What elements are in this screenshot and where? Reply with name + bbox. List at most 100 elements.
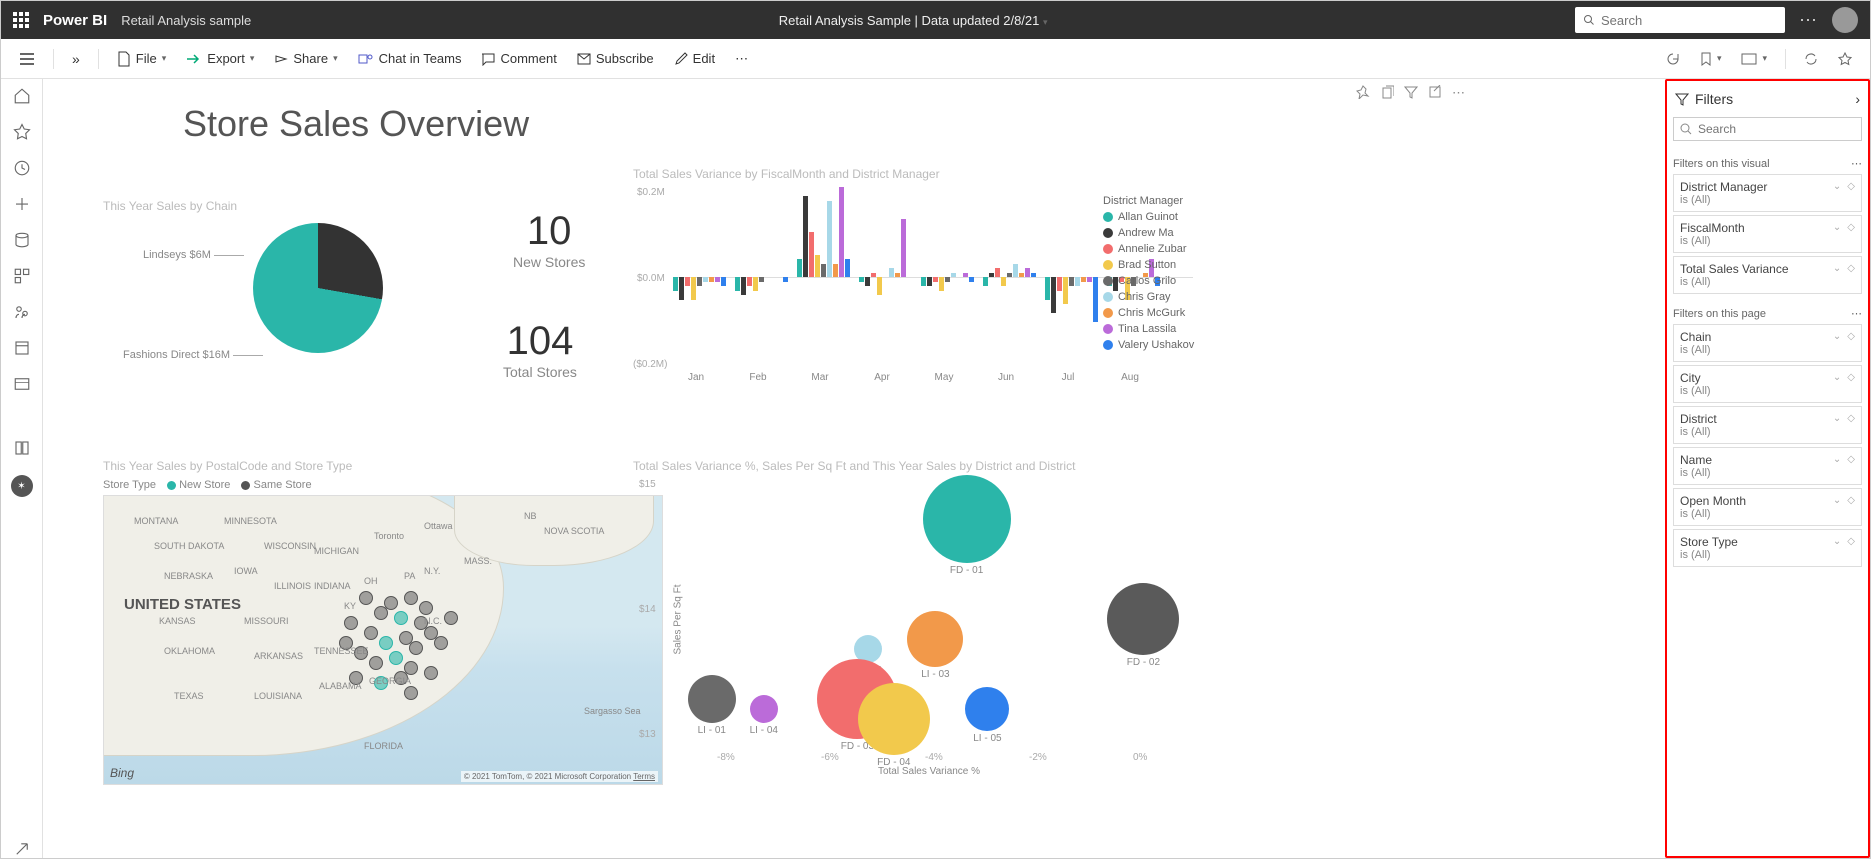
pin-icon[interactable] bbox=[1356, 85, 1370, 99]
legend-item[interactable]: Allan Guinot bbox=[1103, 211, 1198, 223]
apps-icon[interactable] bbox=[13, 267, 31, 285]
current-workspace-icon[interactable]: ✶ bbox=[11, 475, 33, 497]
map-marker[interactable] bbox=[409, 641, 423, 655]
share-menu[interactable]: Share▾ bbox=[266, 47, 345, 70]
filter-card[interactable]: Store Typeis (All)⌄◇ bbox=[1673, 529, 1862, 567]
legend-item[interactable]: Valery Ushakov bbox=[1103, 339, 1198, 351]
map-marker[interactable] bbox=[404, 591, 418, 605]
filter-card[interactable]: Districtis (All)⌄◇ bbox=[1673, 406, 1862, 444]
map-marker[interactable] bbox=[369, 656, 383, 670]
filter-search[interactable] bbox=[1673, 117, 1862, 141]
datasets-icon[interactable] bbox=[13, 231, 31, 249]
filter-icon[interactable] bbox=[1404, 85, 1418, 99]
map-marker[interactable] bbox=[444, 611, 458, 625]
visual-more-icon[interactable]: ⋯ bbox=[1452, 85, 1465, 101]
bubble[interactable] bbox=[965, 687, 1009, 731]
export-menu[interactable]: Export▾ bbox=[178, 47, 262, 70]
nav-toggle[interactable] bbox=[11, 48, 43, 70]
legend-item[interactable]: Andrew Ma bbox=[1103, 227, 1198, 239]
learn-icon[interactable] bbox=[13, 339, 31, 357]
filter-card[interactable]: FiscalMonthis (All)⌄◇ bbox=[1673, 215, 1862, 253]
file-menu[interactable]: File▾ bbox=[109, 47, 174, 71]
map-marker[interactable] bbox=[424, 666, 438, 680]
more-icon[interactable]: ⋯ bbox=[1799, 10, 1818, 31]
edit-button[interactable]: Edit bbox=[666, 47, 723, 70]
legend-item[interactable]: Brad Sutton bbox=[1103, 259, 1198, 271]
legend-item[interactable]: Tina Lassila bbox=[1103, 323, 1198, 335]
comment-button[interactable]: Comment bbox=[473, 47, 564, 70]
filter-card[interactable]: Cityis (All)⌄◇ bbox=[1673, 365, 1862, 403]
bubble[interactable] bbox=[923, 475, 1011, 563]
legend-item[interactable]: Annelie Zubar bbox=[1103, 243, 1198, 255]
report-header[interactable]: Retail Analysis Sample | Data updated 2/… bbox=[265, 13, 1561, 28]
chevron-down-icon: ⌄ bbox=[1833, 495, 1841, 506]
bar-group[interactable]: Jun bbox=[983, 264, 1038, 278]
copy-icon[interactable] bbox=[1380, 85, 1394, 99]
shared-icon[interactable] bbox=[13, 303, 31, 321]
chat-teams[interactable]: Chat in Teams bbox=[350, 47, 470, 70]
global-search[interactable] bbox=[1575, 7, 1785, 33]
map-visual[interactable]: This Year Sales by PostalCode and Store … bbox=[103, 459, 663, 785]
create-icon[interactable] bbox=[13, 195, 31, 213]
chevron-right-icon[interactable]: › bbox=[1855, 91, 1860, 107]
filter-card[interactable]: Total Sales Varianceis (All)⌄◇ bbox=[1673, 256, 1862, 294]
home-icon[interactable] bbox=[13, 87, 31, 105]
filter-search-input[interactable] bbox=[1698, 122, 1855, 136]
bookmark-menu[interactable]: ▾ bbox=[1692, 48, 1730, 70]
more-icon[interactable]: ⋯ bbox=[1851, 157, 1862, 170]
map-marker[interactable] bbox=[389, 651, 403, 665]
bar-legend[interactable]: District Manager Allan GuinotAndrew MaAn… bbox=[1103, 195, 1198, 355]
recent-icon[interactable] bbox=[13, 159, 31, 177]
map-marker[interactable] bbox=[344, 616, 358, 630]
app-launcher-icon[interactable] bbox=[13, 12, 29, 28]
map-marker[interactable] bbox=[434, 636, 448, 650]
filter-card[interactable]: Nameis (All)⌄◇ bbox=[1673, 447, 1862, 485]
scatter-visual[interactable]: Total Sales Variance %, Sales Per Sq Ft … bbox=[633, 459, 1193, 779]
bubble[interactable] bbox=[858, 683, 930, 755]
legend-item[interactable]: Chris Gray bbox=[1103, 291, 1198, 303]
avatar[interactable] bbox=[1832, 7, 1858, 33]
getdata-icon[interactable] bbox=[13, 840, 31, 858]
workspaces-icon[interactable] bbox=[13, 375, 31, 393]
bar-group[interactable]: Jan bbox=[673, 255, 728, 278]
legend-item[interactable]: Chris McGurk bbox=[1103, 307, 1198, 319]
card-total-stores[interactable]: 104 Total Stores bbox=[503, 319, 577, 380]
pie-chart[interactable] bbox=[253, 223, 383, 353]
filter-card[interactable]: Open Monthis (All)⌄◇ bbox=[1673, 488, 1862, 526]
bubble[interactable] bbox=[688, 675, 736, 723]
bubble[interactable] bbox=[1107, 583, 1179, 655]
filter-card[interactable]: Chainis (All)⌄◇ bbox=[1673, 324, 1862, 362]
favorites-icon[interactable] bbox=[13, 123, 31, 141]
filter-card[interactable]: District Manageris (All)⌄◇ bbox=[1673, 174, 1862, 212]
refresh-button[interactable] bbox=[1796, 48, 1826, 70]
overflow-menu[interactable]: ⋯ bbox=[727, 47, 756, 71]
map-marker[interactable] bbox=[364, 626, 378, 640]
bar-group[interactable]: Mar bbox=[797, 187, 852, 277]
bar-group[interactable]: Feb bbox=[735, 259, 790, 277]
view-menu[interactable]: ▾ bbox=[1733, 49, 1775, 69]
card-new-stores[interactable]: 10 New Stores bbox=[513, 209, 585, 270]
map-marker[interactable] bbox=[394, 611, 408, 625]
map-marker[interactable] bbox=[404, 686, 418, 700]
search-input[interactable] bbox=[1601, 13, 1777, 28]
map-marker[interactable] bbox=[359, 591, 373, 605]
bar-group[interactable]: Jul bbox=[1045, 232, 1100, 277]
reset-button[interactable] bbox=[1658, 48, 1688, 70]
workspace-name[interactable]: Retail Analysis sample bbox=[121, 13, 251, 28]
map-marker[interactable] bbox=[379, 636, 393, 650]
bubble[interactable] bbox=[907, 611, 963, 667]
bar-group[interactable]: Apr bbox=[859, 219, 914, 278]
focus-icon[interactable] bbox=[1428, 85, 1442, 99]
filters-header[interactable]: Filters › bbox=[1673, 87, 1862, 111]
pages-toggle[interactable]: » bbox=[64, 47, 88, 71]
bar-group[interactable]: May bbox=[921, 264, 976, 278]
bubble[interactable] bbox=[750, 695, 778, 723]
favorite-button[interactable] bbox=[1830, 48, 1860, 70]
legend-item[interactable]: Carlos Grilo bbox=[1103, 275, 1198, 287]
map-marker[interactable] bbox=[419, 601, 433, 615]
map[interactable]: UNITED STATES Bing © 2021 TomTom, © 2021… bbox=[103, 495, 663, 785]
more-icon[interactable]: ⋯ bbox=[1851, 307, 1862, 320]
my-workspace-icon[interactable] bbox=[13, 439, 31, 457]
map-marker[interactable] bbox=[384, 596, 398, 610]
subscribe-button[interactable]: Subscribe bbox=[569, 47, 662, 70]
